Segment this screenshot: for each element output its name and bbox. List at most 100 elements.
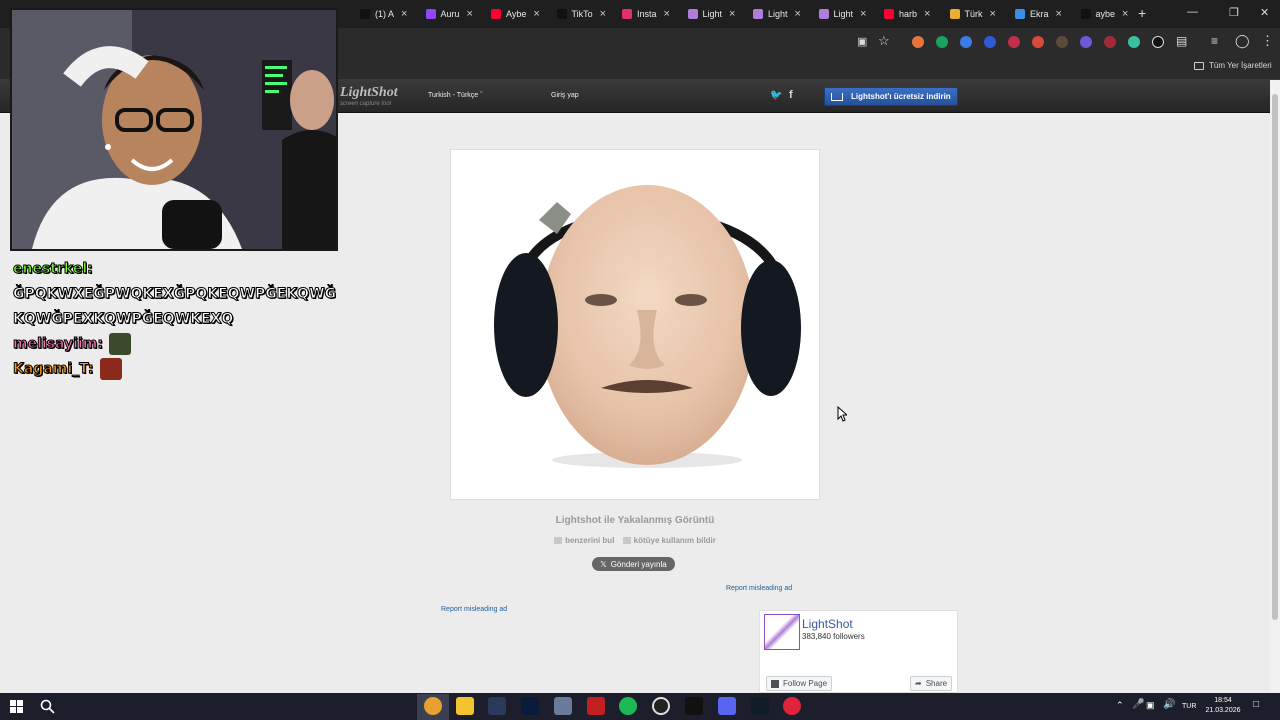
extension-icon[interactable] — [1056, 36, 1068, 48]
language-selector[interactable]: Turkish - Türkçe ˇ — [428, 92, 482, 99]
minimize-icon[interactable]: — — [1187, 6, 1198, 18]
close-tab-icon[interactable]: × — [1122, 8, 1128, 20]
extension-icon[interactable] — [912, 36, 924, 48]
login-link[interactable]: Giriş yap — [551, 92, 579, 99]
obs-icon[interactable] — [652, 697, 670, 715]
close-tab-icon[interactable]: × — [860, 8, 866, 20]
close-tab-icon[interactable]: × — [1056, 8, 1062, 20]
davinci-icon[interactable] — [488, 697, 506, 715]
clock[interactable]: 18:54 21.03.2026 — [1203, 696, 1243, 716]
profile-icon[interactable]: ◯ — [1235, 33, 1250, 49]
close-tab-icon[interactable]: × — [533, 8, 539, 20]
notification-icon[interactable]: □ — [1253, 699, 1259, 710]
report-abuse-label: kötüye kullanım bildir — [633, 536, 716, 545]
chat-message: enestrkel: — [13, 256, 343, 281]
chevron-up-icon[interactable]: ⌃ — [1116, 700, 1124, 711]
search-icon[interactable] — [40, 699, 55, 714]
chrome-icon[interactable] — [424, 697, 442, 715]
browser-tab[interactable]: Light × — [753, 4, 801, 24]
browser-tab[interactable]: Ekra × — [1015, 4, 1062, 24]
browser-tab[interactable]: Light × — [687, 4, 735, 24]
browser-tab[interactable]: Insta × — [622, 4, 670, 24]
volume-icon[interactable]: 🔊 — [1163, 699, 1175, 710]
clock-time: 18:54 — [1214, 697, 1232, 704]
extension-icon[interactable] — [1008, 36, 1020, 48]
close-tab-icon[interactable]: × — [990, 8, 996, 20]
extension-icon[interactable] — [1032, 36, 1044, 48]
microphone-icon[interactable]: 🎤 — [1132, 699, 1144, 710]
tab-label: Light — [768, 9, 788, 19]
extension-icon[interactable] — [984, 36, 996, 48]
install-app-icon[interactable]: ▣ — [857, 35, 867, 48]
close-tab-icon[interactable]: × — [401, 8, 407, 20]
tab-label: Light — [833, 9, 854, 19]
discord-icon[interactable] — [718, 697, 736, 715]
close-tab-icon[interactable]: × — [924, 8, 930, 20]
browser-tab[interactable]: Aybe × — [491, 4, 540, 24]
close-tab-icon[interactable]: × — [467, 8, 473, 20]
browser-tab[interactable]: Light × — [818, 4, 866, 24]
browser-tab[interactable]: Türk × — [949, 4, 996, 24]
tiktok-icon — [360, 9, 370, 19]
facebook-icon[interactable]: f — [789, 89, 793, 101]
download-icon[interactable] — [1080, 36, 1092, 48]
network-icon[interactable]: ▣ — [1146, 700, 1155, 711]
lightshot-tagline: screen capture tool — [340, 101, 392, 107]
report-abuse-link[interactable]: kötüye kullanım bildir — [622, 536, 716, 545]
report-ad-link[interactable]: Report misleading ad — [441, 606, 507, 613]
chat-message: Kagami_T: — [13, 356, 343, 381]
report-ad-link[interactable]: Report misleading ad — [726, 585, 792, 592]
maximize-icon[interactable]: ❐ — [1229, 6, 1239, 19]
extension-icon[interactable] — [960, 36, 972, 48]
captured-screenshot-image — [450, 149, 820, 500]
app-icon[interactable] — [554, 697, 572, 715]
browser-tab[interactable]: harb × — [884, 4, 930, 24]
fb-page-name[interactable]: LightShot — [802, 617, 853, 631]
lightshot-logo[interactable]: LightShot — [340, 85, 398, 101]
find-similar-link[interactable]: benzerini bul — [554, 536, 614, 545]
download-button[interactable]: Lightshot'ı ücretsiz indirin — [824, 87, 958, 106]
tab-label: aybe — [1095, 9, 1116, 19]
all-bookmarks-folder[interactable]: Tüm Yer İşaretleri — [1194, 61, 1272, 70]
chat-emote-icon — [108, 332, 131, 355]
voicemeeter-icon[interactable] — [587, 697, 605, 715]
app-icon[interactable] — [751, 697, 769, 715]
fb-followers-count: 383,840 followers — [802, 632, 865, 641]
bookmark-star-icon[interactable]: ☆ — [878, 33, 890, 49]
browser-tab[interactable]: (1) A × — [360, 4, 407, 24]
close-tab-icon[interactable]: × — [795, 8, 801, 20]
file-explorer-icon[interactable] — [456, 697, 474, 715]
tweet-button[interactable]: 𝕏 Gönderi yayınla — [592, 557, 675, 571]
menu-kebab-icon[interactable]: ⋮ — [1261, 33, 1274, 49]
page-avatar[interactable] — [764, 614, 800, 650]
windows-taskbar — [0, 693, 1280, 720]
extension-icon[interactable] — [1104, 36, 1116, 48]
browser-tab[interactable]: TikTo × — [556, 4, 606, 24]
close-tab-icon[interactable]: × — [664, 8, 670, 20]
image-actions: benzerini bul kötüye kullanım bildir — [450, 536, 820, 545]
extensions-puzzle-icon[interactable]: ▤ — [1176, 34, 1187, 48]
opera-icon[interactable] — [783, 697, 801, 715]
lightshot-icon — [753, 9, 763, 19]
lightshot-icon — [687, 9, 698, 19]
reading-list-icon[interactable]: ≡ — [1211, 34, 1218, 48]
browser-tab[interactable]: aybe × — [1080, 4, 1128, 24]
extension-icon[interactable] — [936, 36, 948, 48]
close-tab-icon[interactable]: × — [600, 8, 606, 20]
scrollbar-thumb[interactable] — [1272, 94, 1278, 620]
follow-page-button[interactable]: Follow Page — [766, 676, 832, 691]
extension-icon[interactable] — [1128, 36, 1140, 48]
input-language[interactable]: TUR — [1182, 703, 1196, 710]
spotify-icon[interactable] — [619, 697, 637, 715]
new-tab-button[interactable]: + — [1138, 5, 1146, 21]
twitter-icon[interactable]: 🐦 — [770, 90, 782, 101]
x-logo-icon: 𝕏 — [600, 559, 607, 569]
extension-icon[interactable] — [1152, 36, 1164, 48]
photoshop-icon[interactable] — [521, 697, 539, 715]
close-tab-icon[interactable]: × — [729, 8, 735, 20]
share-button[interactable]: ➦ Share — [910, 676, 952, 691]
windows-start-icon[interactable] — [10, 700, 23, 713]
browser-tab[interactable]: Auru × — [425, 4, 473, 24]
app-icon[interactable] — [685, 697, 703, 715]
close-window-icon[interactable]: ✕ — [1260, 6, 1269, 19]
